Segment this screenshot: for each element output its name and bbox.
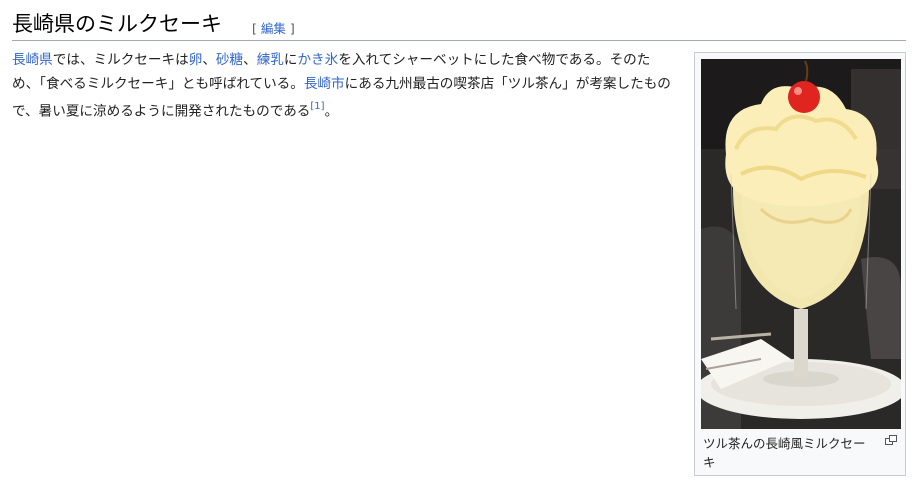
edit-bracket-open: [ xyxy=(252,21,257,36)
reference-link[interactable]: [1] xyxy=(310,101,324,112)
edit-link[interactable]: 編集 xyxy=(261,21,286,36)
magnify-clip-icon[interactable] xyxy=(885,435,897,445)
text-segment: 、 xyxy=(202,52,216,68)
link-sugar[interactable]: 砂糖 xyxy=(216,52,243,68)
text-segment: では、ミルクセーキは xyxy=(52,52,189,68)
text-segment: 。 xyxy=(324,103,339,120)
milkshake-photo[interactable] xyxy=(701,59,901,429)
article-paragraph: 長崎県では、ミルクセーキは卵、砂糖、練乳にかき氷を入れてシャーベットにした食べ物… xyxy=(12,48,676,124)
edit-bracket-close: ] xyxy=(289,21,295,36)
text-segment: に xyxy=(283,52,298,68)
section-heading: 長崎県のミルクセーキ [ 編集 ] xyxy=(12,6,906,41)
link-egg[interactable]: 卵 xyxy=(189,52,203,68)
thumbnail-caption: ツル茶んの長崎風ミルクセーキ xyxy=(703,436,866,470)
link-nagasaki-prefecture[interactable]: 長崎県 xyxy=(12,52,53,68)
thumbnail-figure: ツル茶んの長崎風ミルクセーキ xyxy=(694,52,906,476)
link-shaved-ice[interactable]: かき氷 xyxy=(297,52,338,68)
edit-section: [ 編集 ] xyxy=(252,18,295,37)
section-title: 長崎県のミルクセーキ xyxy=(12,12,222,36)
link-condensed-milk[interactable]: 練乳 xyxy=(257,52,284,68)
milkshake-illustration xyxy=(701,59,901,429)
text-segment: 、 xyxy=(243,52,257,68)
link-nagasaki-city[interactable]: 長崎市 xyxy=(304,76,345,92)
